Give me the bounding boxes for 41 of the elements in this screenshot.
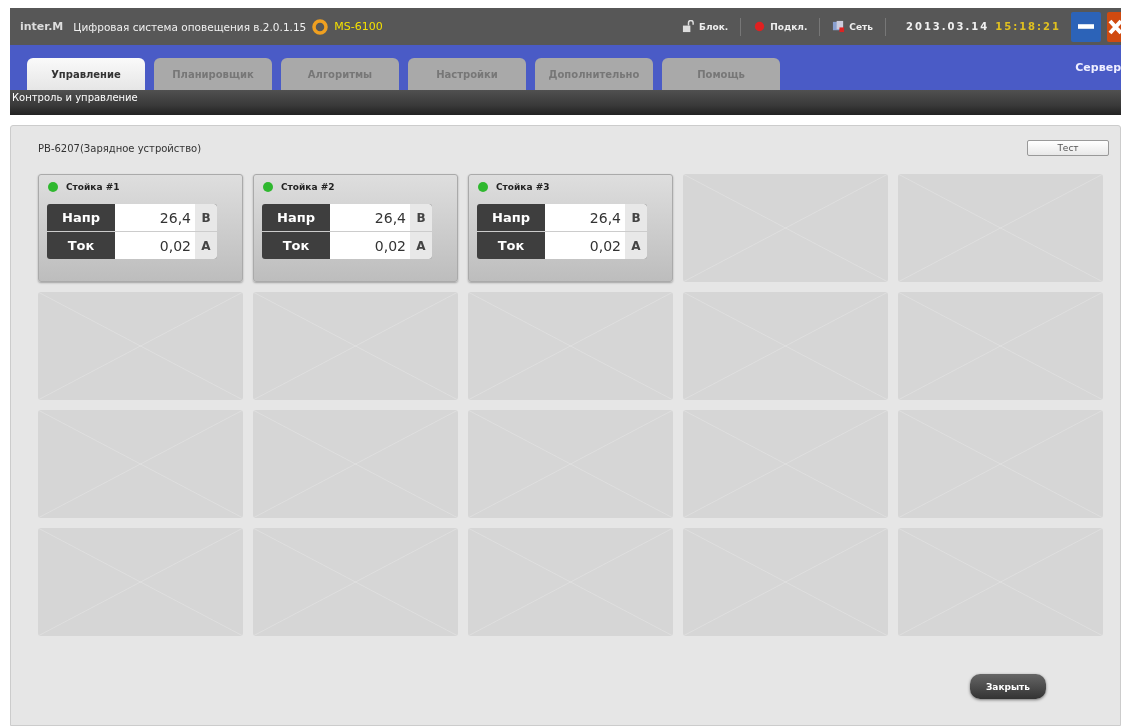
server-label: Сервер <box>1075 61 1121 74</box>
status-label: Сеть <box>849 21 873 32</box>
measure-value: 0,02 <box>115 232 195 259</box>
measure-label: Напр <box>276 209 316 227</box>
model-label: MS-6100 <box>334 20 383 33</box>
measure-unit: В <box>410 204 432 231</box>
section-title: Контроль и управление <box>12 92 138 103</box>
measure-value: 26,4 <box>330 204 410 231</box>
rack-name: Стойка #2 <box>281 182 335 192</box>
app-logo: inter.M <box>20 20 64 33</box>
lock-icon <box>682 20 696 33</box>
measure-unit: В <box>625 204 647 231</box>
window-title: Цифровая система оповещения в.2.0.1.15 <box>73 20 307 33</box>
minimize-button[interactable] <box>1071 11 1101 42</box>
minimize-icon <box>1078 24 1094 29</box>
measure-unit: А <box>195 232 217 259</box>
measure-unit: В <box>195 204 217 231</box>
ring-icon <box>312 18 329 35</box>
measure-label: Ток <box>496 237 526 255</box>
device-title: PB-6207(Зарядное устройство) <box>38 142 202 154</box>
measure-value: 0,02 <box>330 232 410 259</box>
measure-unit: А <box>625 232 647 259</box>
tab[interactable]: Управление <box>27 58 145 90</box>
close-button[interactable] <box>1107 11 1121 42</box>
date-label: 2013.03.14 <box>906 21 990 32</box>
measure-value: 0,02 <box>545 232 625 259</box>
measure-label: Ток <box>281 237 311 255</box>
test-button[interactable]: Тест <box>1027 140 1109 156</box>
rack-name: Стойка #1 <box>66 182 120 192</box>
measure-value: 26,4 <box>115 204 195 231</box>
close-dialog-button[interactable]: Закрыть <box>970 674 1046 699</box>
measure-value: 26,4 <box>545 204 625 231</box>
measure-label: Ток <box>66 237 96 255</box>
measure-label: Напр <box>61 209 101 227</box>
status-label: Подкл. <box>770 21 808 32</box>
measure-unit: А <box>410 232 432 259</box>
time-label: 15:18:21 <box>995 21 1061 32</box>
measure-label: Напр <box>491 209 531 227</box>
rack-name: Стойка #3 <box>496 182 550 192</box>
network-icon <box>832 20 846 33</box>
status-label: Блок. <box>699 21 729 32</box>
